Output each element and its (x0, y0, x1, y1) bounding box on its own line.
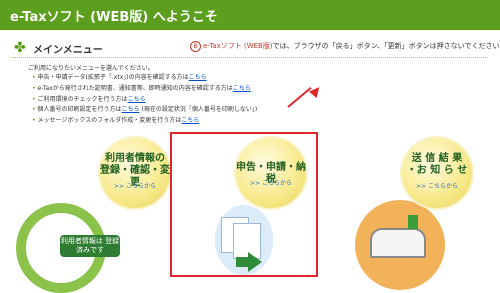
divider (12, 57, 488, 58)
notice-app-name: e-Taxソフト (WEB版) (203, 42, 273, 50)
results-more-link[interactable]: >> こちらから (402, 181, 472, 190)
results-title-2: ・お 知 ら せ (406, 165, 468, 176)
link-kochira[interactable]: こちら (233, 85, 251, 92)
notice-text: では、ブラウザの「戻る」ボタン、「更新」ボタンは押さないでください。 (272, 42, 500, 50)
intro-text: ご利用になりたいメニューを選んでください。 (28, 65, 154, 72)
link-row-text: e-Taxから発行された証明書、通知書等、即時通知の内容を確認する方は (37, 84, 233, 92)
link-list: • 申告・申請データ(拡張子「.xtx」)の内容を確認する方はこちら • e-Tax… (32, 73, 257, 127)
link-row-suffix: (現在の設定状況「個人番号を印刷しない」) (139, 106, 258, 114)
link-kochira[interactable]: こちら (122, 106, 140, 113)
bullet-icon: • (32, 106, 36, 114)
user-info-more-link[interactable]: >> こちらから (100, 181, 170, 190)
link-kochira[interactable]: こちら (181, 117, 199, 124)
user-info-status: 利用者情報は 登録済みです (60, 235, 120, 257)
bullet-icon: • (32, 95, 36, 103)
page-title: e-Taxソフト (WEB版) へようこそ (10, 10, 218, 25)
notice-mark: B (190, 41, 201, 52)
results-title-1: 送 信 結 果 (411, 153, 463, 164)
menu-title: メインメニュー (33, 45, 103, 56)
mailbox-flag-icon (408, 215, 418, 229)
link-row-text: ご利用環境のチェックを行う方は (37, 95, 128, 103)
bullet-icon: • (32, 84, 36, 92)
link-row-text: メッセージボックスのフォルダ作成・変更を行う方は (37, 117, 182, 125)
mailbox-icon (370, 228, 426, 258)
bullet-icon: • (32, 74, 36, 81)
link-row: • 個人番号の印刷設定を行う方はこちら (現在の設定状況「個人番号を印刷しない」) (32, 105, 257, 116)
highlight-box (170, 132, 318, 277)
notice-banner: Be-Taxソフト (WEB版)では、ブラウザの「戻る」ボタン、「更新」ボタンは… (190, 41, 500, 52)
bullet-icon: • (32, 117, 36, 125)
link-row-text: 個人番号の印刷設定を行う方は (37, 106, 122, 114)
link-row-text: 申告・申請データ(拡張子「.xtx」)の内容を確認する方は (37, 74, 189, 81)
results-button[interactable]: 送 信 結 果・お 知 ら せ >> こちらから (402, 138, 472, 208)
link-row: • e-Taxから発行された証明書、通知書等、即時通知の内容を確認する方はこちら (32, 84, 257, 95)
link-row: • 申告・申請データ(拡張子「.xtx」)の内容を確認する方はこちら (32, 73, 257, 84)
user-info-title-1: 利用者情報の (105, 153, 165, 164)
link-kochira[interactable]: こちら (189, 74, 207, 81)
link-row: • ご利用環境のチェックを行う方はこちら (32, 95, 257, 106)
clover-icon: ✤ (14, 40, 26, 56)
link-kochira[interactable]: こちら (128, 96, 146, 103)
user-info-button[interactable]: 利用者情報の 登録・確認・変更 >> こちらから (100, 138, 170, 208)
title-bar: e-Taxソフト (WEB版) へようこそ (0, 0, 500, 30)
